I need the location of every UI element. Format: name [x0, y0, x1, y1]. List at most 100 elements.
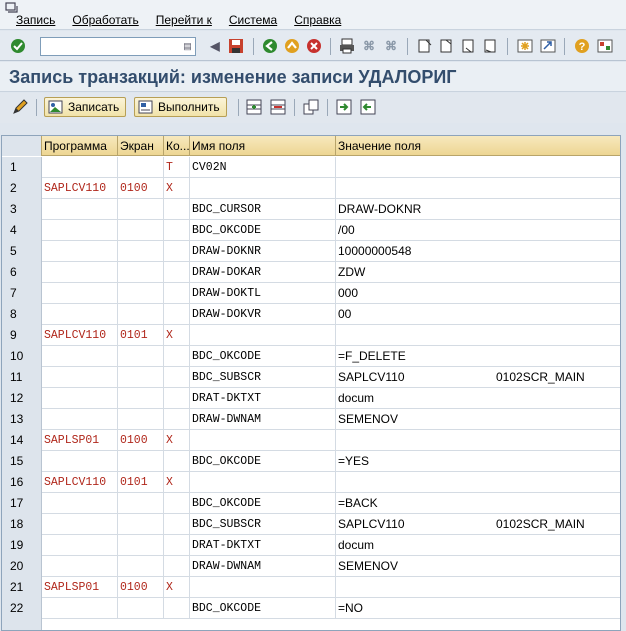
cell-field-value[interactable]: =YES	[336, 451, 620, 472]
table-row[interactable]: 11 BDC_SUBSCR SAPLCV110 0102SCR_MAIN	[2, 367, 620, 388]
menu-item-goto[interactable]: Перейти к	[154, 13, 214, 27]
first-page-icon[interactable]	[416, 37, 434, 55]
cell-field-value[interactable]	[336, 430, 620, 451]
cell-code[interactable]: T	[164, 157, 190, 178]
cell-screen[interactable]: 0101	[118, 325, 164, 346]
edit-pencil-icon[interactable]	[10, 97, 30, 117]
cell-field-value[interactable]: 10000000548	[336, 241, 620, 262]
cell-field-name[interactable]: DRAW-DOKNR	[190, 241, 336, 262]
enter-icon[interactable]	[9, 37, 27, 55]
cell-code[interactable]	[164, 262, 190, 283]
table-row[interactable]: 5 DRAW-DOKNR 10000000548	[2, 241, 620, 262]
row-number[interactable]: 21	[2, 577, 42, 598]
cell-screen[interactable]: 0100	[118, 178, 164, 199]
column-header-field-name[interactable]: Имя поля	[190, 136, 336, 156]
insert-row-icon[interactable]	[244, 97, 264, 117]
cell-screen[interactable]: 0100	[118, 430, 164, 451]
menu-item-record[interactable]: Запись	[14, 13, 57, 27]
table-row[interactable]: 21 SAPLSP01 0100 X	[2, 577, 620, 598]
row-number[interactable]: 15	[2, 451, 42, 472]
back-icon[interactable]	[261, 37, 279, 55]
collapse-arrow-icon[interactable]: ◀	[206, 37, 224, 55]
row-number[interactable]: 20	[2, 556, 42, 577]
cell-field-value[interactable]: DRAW-DOKNR	[336, 199, 620, 220]
table-row-empty[interactable]	[2, 619, 620, 630]
customize-layout-icon[interactable]	[596, 37, 614, 55]
cell-program[interactable]: SAPLCV110	[42, 472, 118, 493]
cell-program[interactable]	[42, 367, 118, 388]
import-icon[interactable]	[334, 97, 354, 117]
cell-field-value[interactable]: /00	[336, 220, 620, 241]
table-row[interactable]: 17 BDC_OKCODE =BACK	[2, 493, 620, 514]
next-page-icon[interactable]	[460, 37, 478, 55]
table-row[interactable]: 10 BDC_OKCODE =F_DELETE	[2, 346, 620, 367]
cell-code[interactable]: X	[164, 472, 190, 493]
cell-field-value[interactable]: ZDW	[336, 262, 620, 283]
cell-code[interactable]	[164, 535, 190, 556]
table-row[interactable]: 20 DRAW-DWNAM SEMENOV	[2, 556, 620, 577]
cell-screen[interactable]	[118, 514, 164, 535]
row-number[interactable]: 17	[2, 493, 42, 514]
cell-code[interactable]: X	[164, 430, 190, 451]
cell-field-name[interactable]	[190, 178, 336, 199]
row-number[interactable]: 13	[2, 409, 42, 430]
cell-code[interactable]	[164, 304, 190, 325]
cell-field-value[interactable]: SEMENOV	[336, 556, 620, 577]
cell-field-value[interactable]: docum	[336, 388, 620, 409]
cell-screen[interactable]	[118, 199, 164, 220]
cell-field-name[interactable]: DRAT-DKTXT	[190, 535, 336, 556]
table-row[interactable]: 9 SAPLCV110 0101 X	[2, 325, 620, 346]
cell-program[interactable]: SAPLSP01	[42, 577, 118, 598]
cell-screen[interactable]	[118, 451, 164, 472]
table-row[interactable]: 3 BDC_CURSOR DRAW-DOKNR	[2, 199, 620, 220]
table-row[interactable]: 19 DRAT-DKTXT docum	[2, 535, 620, 556]
command-history-icon[interactable]: ▤	[182, 40, 193, 53]
cell-screen[interactable]	[118, 241, 164, 262]
row-number[interactable]: 11	[2, 367, 42, 388]
table-row[interactable]: 7 DRAW-DOKTL 000	[2, 283, 620, 304]
last-page-icon[interactable]	[482, 37, 500, 55]
cell-program[interactable]	[42, 409, 118, 430]
row-number[interactable]: 2	[2, 178, 42, 199]
row-number[interactable]: 5	[2, 241, 42, 262]
cell-screen[interactable]	[118, 388, 164, 409]
cell-program[interactable]	[42, 304, 118, 325]
cell-field-value[interactable]: SEMENOV	[336, 409, 620, 430]
row-number[interactable]: 1	[2, 157, 42, 178]
cell-field-name[interactable]: DRAW-DOKAR	[190, 262, 336, 283]
cell-program[interactable]: SAPLCV110	[42, 325, 118, 346]
shortcut-icon[interactable]	[539, 37, 557, 55]
cell-program[interactable]	[42, 199, 118, 220]
row-number-empty[interactable]	[2, 619, 42, 630]
row-number[interactable]: 6	[2, 262, 42, 283]
cell-code[interactable]: X	[164, 577, 190, 598]
cell-field-name[interactable]: BDC_OKCODE	[190, 451, 336, 472]
cell-field-name[interactable]: BDC_OKCODE	[190, 346, 336, 367]
cell-field-value[interactable]: docum	[336, 535, 620, 556]
table-row[interactable]: 6 DRAW-DOKAR ZDW	[2, 262, 620, 283]
row-selector-header[interactable]	[2, 136, 42, 156]
cell-field-value[interactable]	[336, 325, 620, 346]
export-icon[interactable]	[358, 97, 378, 117]
cell-screen[interactable]	[118, 535, 164, 556]
row-number[interactable]: 9	[2, 325, 42, 346]
cell-field-name[interactable]: BDC_OKCODE	[190, 220, 336, 241]
row-number[interactable]: 3	[2, 199, 42, 220]
cell-code[interactable]	[164, 409, 190, 430]
row-number[interactable]: 14	[2, 430, 42, 451]
row-number[interactable]: 18	[2, 514, 42, 535]
cell-code[interactable]	[164, 514, 190, 535]
cell-code[interactable]	[164, 388, 190, 409]
cancel-icon[interactable]	[305, 37, 323, 55]
cell-field-value[interactable]: =F_DELETE	[336, 346, 620, 367]
cell-field-name[interactable]: BDC_SUBSCR	[190, 514, 336, 535]
row-number[interactable]: 19	[2, 535, 42, 556]
cell-screen[interactable]	[118, 409, 164, 430]
help-icon[interactable]: ?	[573, 37, 591, 55]
row-number[interactable]: 8	[2, 304, 42, 325]
cell-screen[interactable]: 0101	[118, 472, 164, 493]
cell-program[interactable]	[42, 388, 118, 409]
row-number[interactable]: 16	[2, 472, 42, 493]
cell-field-name[interactable]: DRAW-DWNAM	[190, 556, 336, 577]
column-header-code[interactable]: Ко...	[164, 136, 190, 156]
